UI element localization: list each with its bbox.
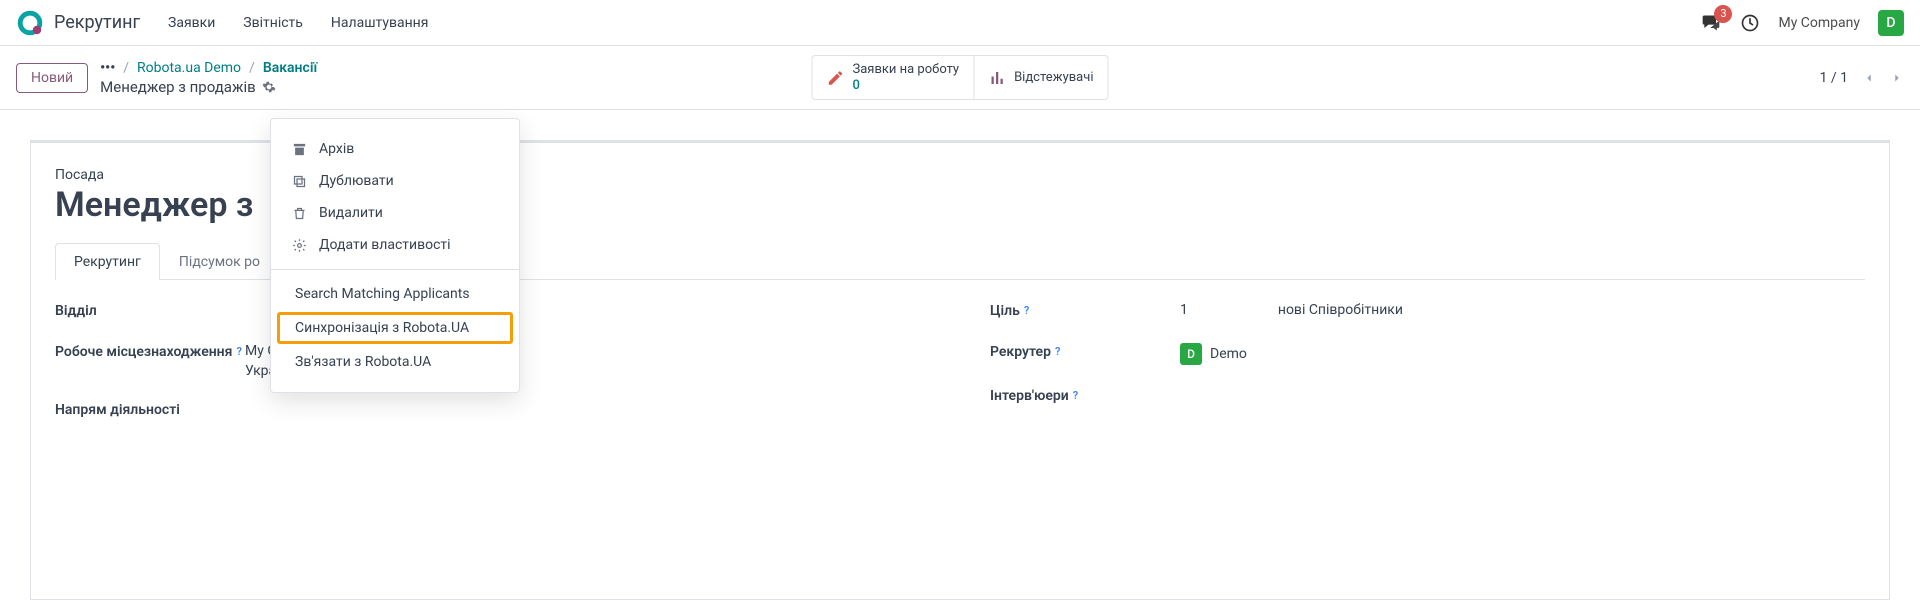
breadcrumb-link-vacancies[interactable]: Вакансії (263, 60, 317, 76)
trackers-smartbutton[interactable]: Відстежувачі (973, 56, 1107, 99)
activity-icon[interactable] (1740, 13, 1760, 33)
dropdown-add-properties[interactable]: Додати властивості (271, 229, 519, 261)
target-value[interactable]: 1 (1180, 302, 1188, 318)
gear-icon (291, 238, 307, 253)
user-avatar[interactable]: D (1878, 10, 1904, 36)
help-icon[interactable]: ? (1073, 389, 1078, 404)
app-name[interactable]: Рекрутинг (54, 12, 140, 33)
dropdown-archive[interactable]: Архів (271, 133, 519, 165)
company-name[interactable]: My Company (1778, 15, 1860, 31)
recruiter-avatar: D (1180, 343, 1202, 365)
nav-reporting[interactable]: Звітність (243, 15, 303, 31)
tab-summary[interactable]: Підсумок ро (160, 243, 279, 280)
pager-next-icon[interactable] (1890, 71, 1904, 85)
messages-badge: 3 (1714, 5, 1732, 23)
archive-icon (291, 142, 307, 157)
trackers-label: Відстежувачі (1014, 70, 1093, 86)
new-button[interactable]: Новий (16, 63, 88, 93)
applications-label: Заявки на роботу (853, 62, 960, 78)
record-title: Менеджер з продажів (100, 78, 256, 96)
tab-recruitment[interactable]: Рекрутинг (55, 243, 160, 280)
dropdown-link-robota[interactable]: Зв'язати з Robota.UA (271, 346, 519, 378)
department-label: Відділ (55, 302, 245, 321)
pager-prev-icon[interactable] (1862, 71, 1876, 85)
location-label: Робоче місцезнаходження? (55, 343, 245, 362)
messages-icon[interactable]: 3 (1700, 13, 1722, 33)
target-label: Ціль? (990, 302, 1180, 321)
breadcrumb-ellipsis[interactable]: ••• (100, 60, 115, 76)
help-icon[interactable]: ? (1055, 345, 1060, 360)
app-logo (16, 9, 44, 37)
bar-chart-icon (988, 69, 1006, 87)
gear-dropdown: Архів Дублювати Видалити Додати властиво… (270, 118, 520, 393)
pencil-icon (827, 69, 845, 87)
smart-buttons: Заявки на роботу 0 Відстежувачі (812, 55, 1109, 100)
applications-count: 0 (853, 78, 960, 94)
gear-icon[interactable] (262, 80, 276, 94)
industry-label: Напрям діяльності (55, 401, 245, 420)
trash-icon (291, 206, 307, 221)
interviewers-label: Інтерв'юери? (990, 387, 1180, 406)
help-icon[interactable]: ? (236, 345, 241, 360)
dropdown-search-matching[interactable]: Search Matching Applicants (271, 278, 519, 310)
recruiter-label: Рекрутер? (990, 343, 1180, 362)
recruiter-value[interactable]: Demo (1210, 346, 1247, 362)
nav-settings[interactable]: Налаштування (331, 15, 429, 31)
breadcrumb-link-demo[interactable]: Robota.ua Demo (137, 60, 241, 76)
breadcrumb: ••• / Robota.ua Demo / Вакансії (100, 60, 317, 76)
nav-applications[interactable]: Заявки (168, 15, 215, 31)
dropdown-sync-robota[interactable]: Синхронізація з Robota.UA (277, 312, 513, 344)
pager-text[interactable]: 1 / 1 (1820, 70, 1848, 86)
dropdown-delete[interactable]: Видалити (271, 197, 519, 229)
dropdown-duplicate[interactable]: Дублювати (271, 165, 519, 197)
target-text: нові Співробітники (1278, 302, 1403, 318)
applications-smartbutton[interactable]: Заявки на роботу 0 (813, 56, 974, 99)
help-icon[interactable]: ? (1024, 304, 1029, 319)
copy-icon (291, 174, 307, 189)
